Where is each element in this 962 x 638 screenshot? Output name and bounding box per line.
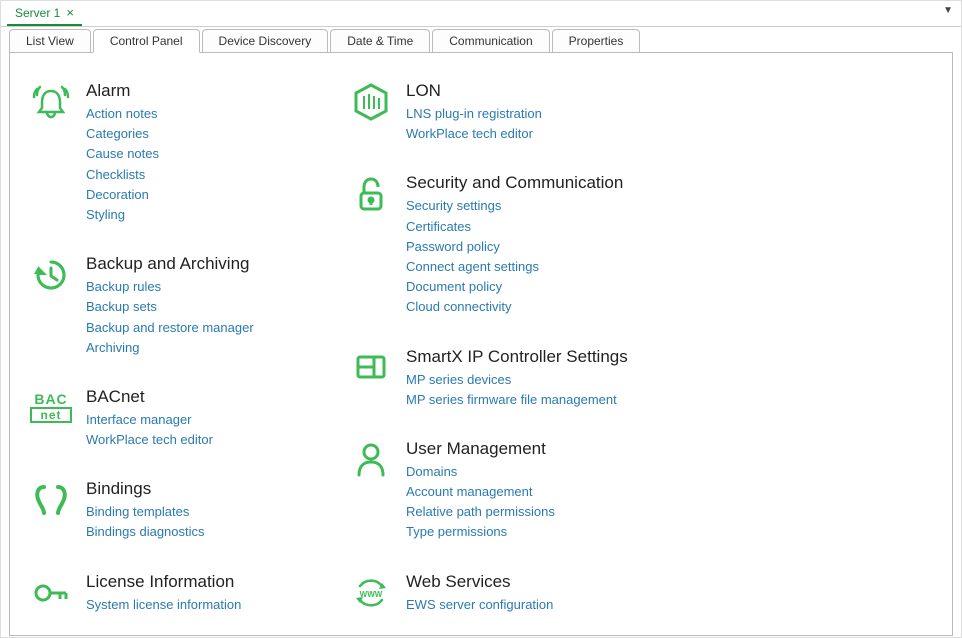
- section-title: LON: [406, 81, 630, 101]
- server-tab[interactable]: Server 1 ×: [7, 1, 82, 26]
- control-panel-content: Alarm Action notes Categories Cause notes Ch…: [9, 52, 953, 636]
- link-bindings-diagnostics[interactable]: Bindings diagnostics: [86, 523, 310, 541]
- section-backup-and-archiving: Backup and Archiving Backup rules Backup s…: [30, 254, 310, 357]
- link-password-policy[interactable]: Password policy: [406, 238, 630, 256]
- section-lon: LON LNS plug-in registration WorkPlace tec…: [350, 81, 630, 143]
- section-smartx-ip-controller-settings: SmartX IP Controller Settings MP series d…: [350, 347, 630, 409]
- controller-icon: [350, 347, 392, 389]
- link-account-management[interactable]: Account management: [406, 483, 630, 501]
- link-mp-series-firmware-file-management[interactable]: MP series firmware file management: [406, 391, 630, 409]
- lock-icon: [350, 173, 392, 215]
- svg-text:WWW: WWW: [360, 590, 383, 599]
- link-domains[interactable]: Domains: [406, 463, 630, 481]
- section-web-services: WWW Web Services EWS server configuration: [350, 572, 630, 614]
- link-backup-sets[interactable]: Backup sets: [86, 298, 310, 316]
- tab-properties[interactable]: Properties: [552, 29, 641, 53]
- alarm-icon: [30, 81, 72, 123]
- tab-dropdown-icon[interactable]: ▼: [943, 5, 953, 16]
- section-license-information: License Information System license inform…: [30, 572, 310, 614]
- link-archiving[interactable]: Archiving: [86, 339, 310, 357]
- link-workplace-tech-editor[interactable]: WorkPlace tech editor: [86, 431, 310, 449]
- link-binding-templates[interactable]: Binding templates: [86, 503, 310, 521]
- section-title: License Information: [86, 572, 310, 592]
- close-icon[interactable]: ×: [66, 6, 74, 19]
- link-categories[interactable]: Categories: [86, 125, 310, 143]
- backup-icon: [30, 254, 72, 296]
- bacnet-icon: BACnet: [30, 387, 72, 429]
- section-title: Bindings: [86, 479, 310, 499]
- link-cloud-connectivity[interactable]: Cloud connectivity: [406, 298, 630, 316]
- link-interface-manager[interactable]: Interface manager: [86, 411, 310, 429]
- link-system-license-information[interactable]: System license information: [86, 596, 310, 614]
- server-tab-label: Server 1: [15, 6, 60, 20]
- section-title: BACnet: [86, 387, 310, 407]
- link-security-settings[interactable]: Security settings: [406, 197, 630, 215]
- section-bindings: Bindings Binding templates Bindings diagno…: [30, 479, 310, 541]
- link-relative-path-permissions[interactable]: Relative path permissions: [406, 503, 630, 521]
- sub-tab-bar: List ViewControl PanelDevice DiscoveryDa…: [1, 27, 961, 53]
- section-title: SmartX IP Controller Settings: [406, 347, 630, 367]
- section-title: User Management: [406, 439, 630, 459]
- section-user-management: User Management Domains Account management…: [350, 439, 630, 542]
- link-decoration[interactable]: Decoration: [86, 186, 310, 204]
- link-mp-series-devices[interactable]: MP series devices: [406, 371, 630, 389]
- key-icon: [30, 572, 72, 614]
- link-certificates[interactable]: Certificates: [406, 218, 630, 236]
- link-cause-notes[interactable]: Cause notes: [86, 145, 310, 163]
- server-tab-bar: Server 1 × ▼: [1, 1, 961, 27]
- tab-control-panel[interactable]: Control Panel: [93, 29, 200, 53]
- link-connect-agent-settings[interactable]: Connect agent settings: [406, 258, 630, 276]
- column-0: Alarm Action notes Categories Cause notes Ch…: [30, 81, 310, 614]
- link-checklists[interactable]: Checklists: [86, 166, 310, 184]
- link-backup-rules[interactable]: Backup rules: [86, 278, 310, 296]
- section-security-and-communication: Security and Communication Security setti…: [350, 173, 630, 316]
- section-title: Security and Communication: [406, 173, 630, 193]
- tab-list-view[interactable]: List View: [9, 29, 91, 53]
- tab-date-time[interactable]: Date & Time: [330, 29, 430, 53]
- user-icon: [350, 439, 392, 481]
- bindings-icon: [30, 479, 72, 521]
- link-workplace-tech-editor[interactable]: WorkPlace tech editor: [406, 125, 630, 143]
- link-type-permissions[interactable]: Type permissions: [406, 523, 630, 541]
- link-lns-plug-in-registration[interactable]: LNS plug-in registration: [406, 105, 630, 123]
- link-action-notes[interactable]: Action notes: [86, 105, 310, 123]
- section-title: Backup and Archiving: [86, 254, 310, 274]
- tab-device-discovery[interactable]: Device Discovery: [202, 29, 329, 53]
- lon-icon: [350, 81, 392, 123]
- link-backup-and-restore-manager[interactable]: Backup and restore manager: [86, 319, 310, 337]
- column-1: LON LNS plug-in registration WorkPlace tec…: [350, 81, 630, 614]
- link-document-policy[interactable]: Document policy: [406, 278, 630, 296]
- link-styling[interactable]: Styling: [86, 206, 310, 224]
- web-icon: WWW: [350, 572, 392, 614]
- section-title: Web Services: [406, 572, 630, 592]
- section-title: Alarm: [86, 81, 310, 101]
- section-alarm: Alarm Action notes Categories Cause notes Ch…: [30, 81, 310, 224]
- link-ews-server-configuration[interactable]: EWS server configuration: [406, 596, 630, 614]
- tab-communication[interactable]: Communication: [432, 29, 549, 53]
- section-bacnet: BACnet BACnet Interface manager WorkPlace t…: [30, 387, 310, 449]
